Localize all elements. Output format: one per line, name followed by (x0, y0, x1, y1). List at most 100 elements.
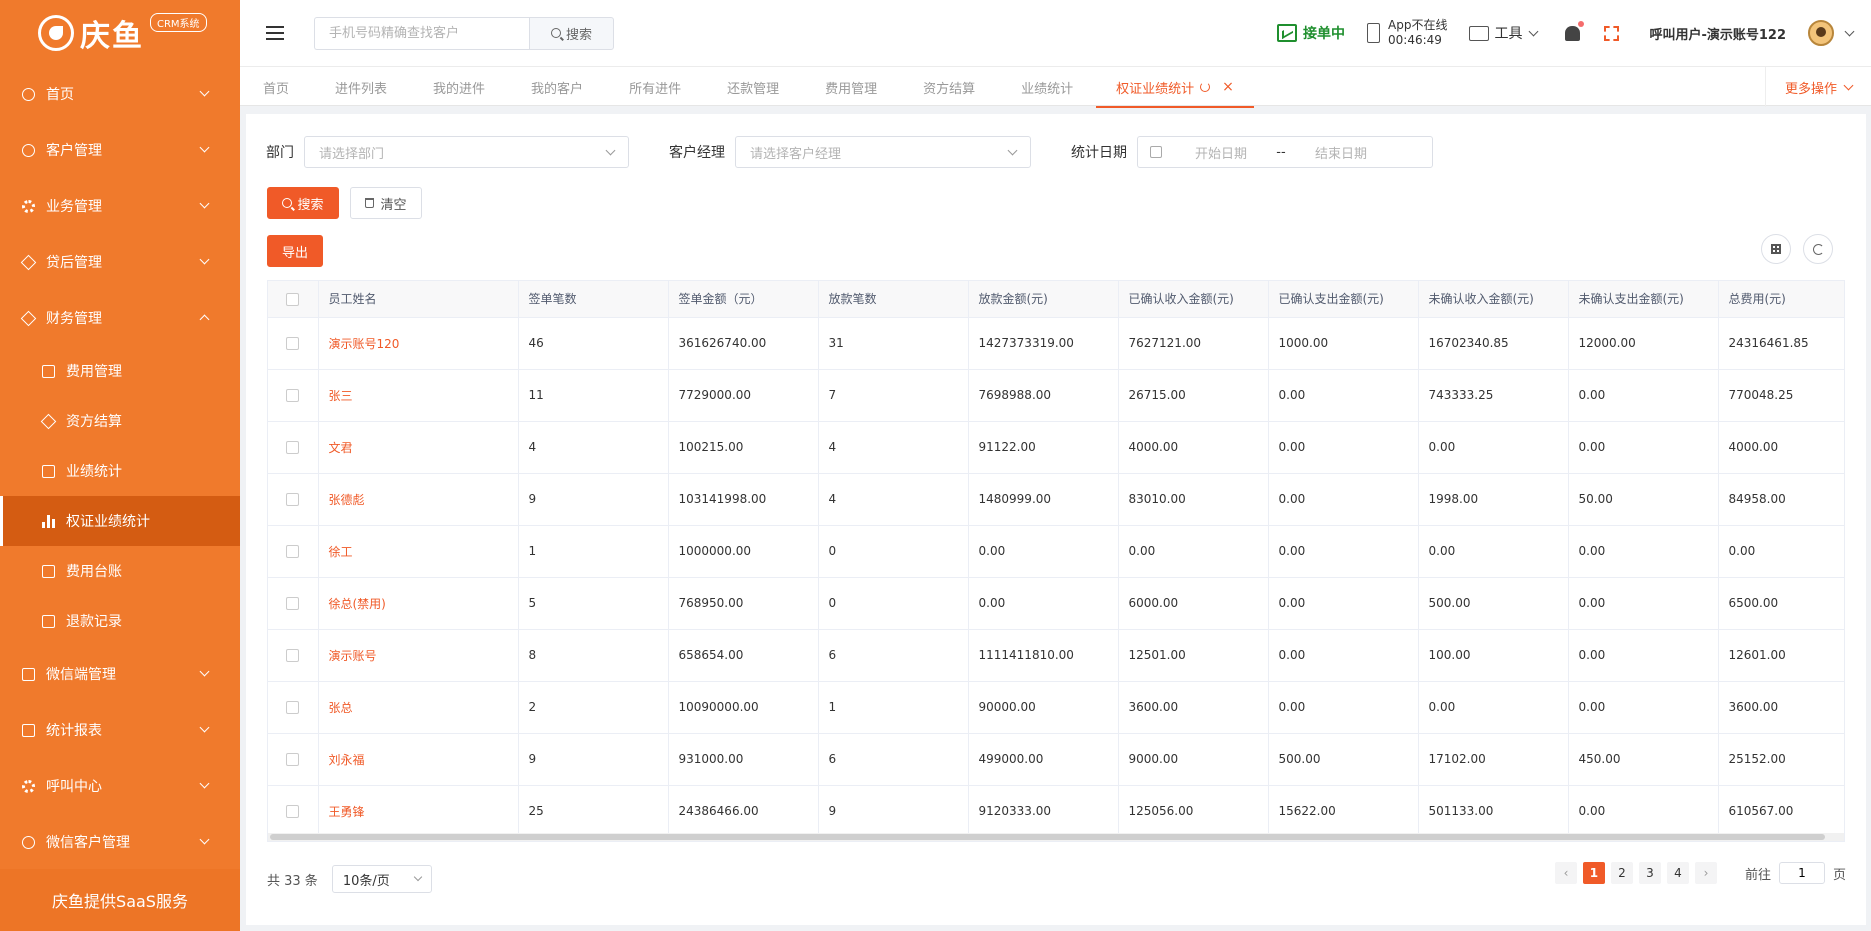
row-checkbox[interactable] (286, 389, 300, 402)
export-button[interactable]: 导出 (267, 235, 323, 267)
prev-page-button[interactable]: ‹ (1554, 862, 1577, 884)
fullscreen-toggle[interactable] (1604, 25, 1620, 41)
dept-select[interactable]: 请选择部门 (304, 136, 629, 168)
employee-name-link[interactable]: 张三 (318, 369, 519, 422)
table-row[interactable]: 文君 4 100215.00 4 91122.00 4000.00 0.00 0.00 0.00… (268, 421, 1844, 474)
row-checkbox[interactable] (286, 805, 300, 818)
sidebar-item-wechat[interactable]: 微信端管理 (0, 646, 240, 702)
sidebar-subitem-ledger[interactable]: 费用台账 (0, 546, 240, 596)
table-row[interactable]: 张德彪 9 103141998.00 4 1480999.00 83010.00 0.00 1… (268, 473, 1844, 526)
column-header[interactable]: 已确认收入金额(元) (1118, 281, 1269, 318)
tab-application-list[interactable]: 进件列表 (312, 67, 410, 107)
tab-settlement[interactable]: 资方结算 (900, 67, 998, 107)
search-button[interactable]: 搜索 (267, 187, 339, 219)
tab-repayment[interactable]: 还款管理 (704, 67, 802, 107)
end-date-input[interactable]: 结束日期 (1296, 143, 1386, 162)
page-button[interactable]: 3 (1638, 862, 1661, 884)
sidebar-item-business[interactable]: 业务管理 (0, 178, 240, 234)
accept-status[interactable]: 接单中 (1277, 23, 1345, 43)
tab-my-applications[interactable]: 我的进件 (410, 67, 508, 107)
header-search-button[interactable]: 搜索 (529, 16, 614, 50)
sidebar-item-finance[interactable]: 财务管理 (0, 290, 240, 346)
table-row[interactable]: 徐工 1 1000000.00 0 0.00 0.00 0.00 0.00 0.00 0.00 (268, 525, 1844, 578)
page-button[interactable]: 2 (1610, 862, 1633, 884)
row-checkbox[interactable] (286, 545, 300, 558)
goto-page-input[interactable] (1778, 862, 1825, 884)
horizontal-scrollbar[interactable] (268, 833, 1844, 841)
column-header[interactable]: 员工姓名 (318, 281, 519, 318)
sidebar-item-reports[interactable]: 统计报表 (0, 702, 240, 758)
column-header[interactable]: 放款笔数 (818, 281, 969, 318)
more-actions-dropdown[interactable]: 更多操作 (1765, 67, 1871, 107)
tools-dropdown[interactable]: 工具 (1469, 23, 1539, 43)
page-size-select[interactable]: 10条/页 (331, 865, 432, 893)
row-checkbox[interactable] (286, 753, 300, 766)
column-header[interactable]: 总费用(元) (1718, 281, 1844, 318)
hamburger-icon[interactable] (266, 26, 284, 40)
column-header[interactable]: 签单笔数 (518, 281, 669, 318)
table-row[interactable]: 演示账号 8 658654.00 6 1111411810.00 12501.00 0.00… (268, 629, 1844, 682)
column-header[interactable]: 签单金额（元） (668, 281, 819, 318)
sidebar-item-wechat-customers[interactable]: 微信客户管理 (0, 814, 240, 870)
column-header[interactable]: 未确认收入金额(元) (1418, 281, 1569, 318)
page-button[interactable]: 1 (1582, 862, 1605, 884)
table-row[interactable]: 徐总(禁用) 5 768950.00 0 0.00 6000.00 0.00 500.00 0.… (268, 577, 1844, 630)
row-checkbox[interactable] (286, 701, 300, 714)
row-checkbox[interactable] (286, 441, 300, 454)
table-cell: 7729000.00 (668, 369, 819, 422)
table-row[interactable]: 演示账号120 46 361626740.00 31 1427373319.00 7627… (268, 317, 1844, 370)
tab-my-customers[interactable]: 我的客户 (508, 67, 606, 107)
employee-name-link[interactable]: 演示账号120 (318, 317, 519, 370)
table-refresh-button[interactable] (1803, 234, 1833, 264)
row-checkbox[interactable] (286, 649, 300, 662)
sidebar-item-post-loan[interactable]: 贷后管理 (0, 234, 240, 290)
column-header[interactable]: 已确认支出金额(元) (1268, 281, 1419, 318)
table-row[interactable]: 张三 11 7729000.00 7 7698988.00 26715.00 0.00 743… (268, 369, 1844, 422)
row-checkbox[interactable] (286, 493, 300, 506)
employee-name-link[interactable]: 徐总(禁用) (318, 577, 519, 630)
tab-expense[interactable]: 费用管理 (802, 67, 900, 107)
row-checkbox[interactable] (286, 597, 300, 610)
table-row[interactable]: 张总 2 10090000.00 1 90000.00 3600.00 0.00 0.00 0.… (268, 681, 1844, 734)
page-button[interactable]: 4 (1666, 862, 1689, 884)
sidebar-item-call-center[interactable]: 呼叫中心 (0, 758, 240, 814)
notifications[interactable] (1565, 20, 1585, 41)
next-page-button[interactable]: › (1694, 862, 1717, 884)
employee-name-link[interactable]: 刘永福 (318, 733, 519, 786)
clear-button[interactable]: 清空 (350, 187, 422, 219)
sidebar-subitem-expense[interactable]: 费用管理 (0, 346, 240, 396)
sidebar-item-customers[interactable]: 客户管理 (0, 122, 240, 178)
manager-select[interactable]: 请选择客户经理 (735, 136, 1031, 168)
start-date-input[interactable]: 开始日期 (1176, 143, 1266, 162)
employee-name-link[interactable]: 张总 (318, 681, 519, 734)
row-checkbox[interactable] (286, 337, 300, 350)
employee-name-link[interactable]: 王勇锋 (318, 785, 519, 838)
close-icon[interactable]: × (1222, 79, 1234, 95)
employee-name-link[interactable]: 文君 (318, 421, 519, 474)
employee-name-link[interactable]: 徐工 (318, 525, 519, 578)
sidebar-subitem-refunds[interactable]: 退款记录 (0, 596, 240, 646)
tab-all-applications[interactable]: 所有进件 (606, 67, 704, 107)
date-range-picker[interactable]: 开始日期 -- 结束日期 (1137, 136, 1433, 168)
table-row[interactable]: 王勇锋 25 24386466.00 9 9120333.00 125056.00 1562… (268, 785, 1844, 838)
employee-name-link[interactable]: 演示账号 (318, 629, 519, 682)
sidebar-subitem-performance[interactable]: 业绩统计 (0, 446, 240, 496)
column-settings-button[interactable] (1761, 234, 1791, 264)
clear-button-label: 清空 (380, 197, 407, 213)
sidebar-item-home[interactable]: 首页 (0, 66, 240, 122)
scrollbar-thumb[interactable] (270, 834, 1825, 840)
sidebar-subitem-settlement[interactable]: 资方结算 (0, 396, 240, 446)
column-header[interactable]: 放款金额(元) (968, 281, 1119, 318)
employee-name-link[interactable]: 张德彪 (318, 473, 519, 526)
tab-home[interactable]: 首页 (240, 67, 312, 107)
customer-search-input[interactable] (314, 16, 529, 50)
avatar-menu[interactable] (1808, 20, 1855, 46)
user-menu[interactable]: 呼叫用户-演示账号122 (1649, 24, 1786, 43)
refresh-icon[interactable] (1200, 82, 1211, 92)
column-header[interactable]: 未确认支出金额(元) (1568, 281, 1719, 318)
tab-warrant-performance[interactable]: 权证业绩统计 × (1096, 67, 1254, 108)
sidebar-subitem-warrant-performance[interactable]: 权证业绩统计 (0, 496, 240, 546)
select-all-checkbox[interactable] (286, 292, 300, 306)
table-row[interactable]: 刘永福 9 931000.00 6 499000.00 9000.00 500.00 1710… (268, 733, 1844, 786)
tab-performance[interactable]: 业绩统计 (998, 67, 1096, 107)
